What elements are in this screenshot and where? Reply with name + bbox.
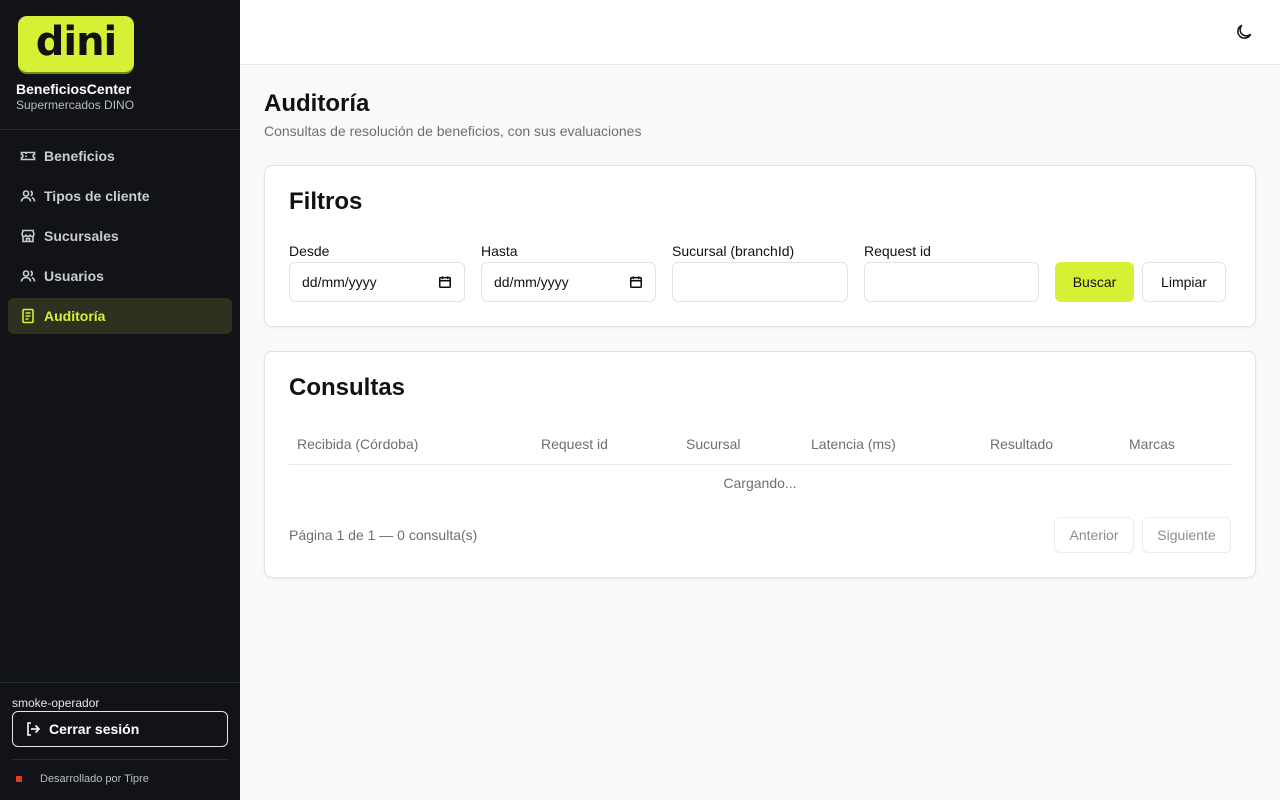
column-header-resultado: Resultado (990, 436, 1054, 452)
filters-card: Filtros Desde dd/mm/yyyy Hasta dd/mm/yyy… (264, 165, 1256, 327)
sidebar-nav: Beneficios Tipos de cliente Sucursales U… (8, 138, 232, 338)
hasta-date-value: dd/mm/yyyy (494, 274, 569, 290)
calendar-icon[interactable] (438, 275, 452, 289)
sidebar-item-usuarios[interactable]: Usuarios (8, 258, 232, 294)
filters-title: Filtros (289, 188, 363, 215)
sidebar: dini BeneficiosCenter Supermercados DINO… (0, 0, 240, 800)
hasta-date-input[interactable]: dd/mm/yyyy (481, 262, 656, 302)
sidebar-item-label: Usuarios (44, 268, 104, 284)
logout-icon (27, 722, 41, 736)
current-user: smoke-operador (12, 696, 100, 710)
column-header-sucursal: Sucursal (686, 436, 741, 452)
users-icon (20, 190, 36, 202)
logo-text: dini (35, 19, 118, 65)
top-bar (240, 0, 1280, 65)
calendar-icon[interactable] (629, 275, 643, 289)
brand-title: BeneficiosCenter (16, 81, 132, 97)
desde-date-value: dd/mm/yyyy (302, 274, 377, 290)
desde-label: Desde (289, 243, 330, 259)
sucursal-label: Sucursal (branchId) (672, 243, 795, 259)
page-subtitle: Consultas de resolución de beneficios, c… (264, 123, 642, 139)
column-header-recibida: Recibida (Córdoba) (297, 436, 419, 452)
brand-subtitle: Supermercados DINO (16, 98, 135, 112)
users-icon (20, 270, 36, 282)
sidebar-item-sucursales[interactable]: Sucursales (8, 218, 232, 254)
loading-message: Cargando... (723, 475, 797, 491)
logout-button[interactable]: Cerrar sesión (12, 711, 228, 747)
store-icon (21, 229, 35, 243)
sidebar-divider (0, 129, 240, 130)
request-id-input[interactable] (864, 262, 1039, 302)
results-title: Consultas (289, 374, 406, 401)
results-card: Consultas Recibida (Córdoba) Request id … (264, 351, 1256, 578)
sidebar-footer-divider (12, 759, 228, 760)
brand-logo[interactable]: dini (18, 16, 134, 72)
sidebar-item-label: Auditoría (44, 308, 106, 324)
moon-icon (1237, 24, 1252, 39)
sucursal-input[interactable] (672, 262, 848, 302)
previous-page-button[interactable]: Anterior (1054, 517, 1134, 553)
theme-toggle-button[interactable] (1232, 20, 1256, 44)
next-page-button[interactable]: Siguiente (1142, 517, 1231, 553)
clear-button[interactable]: Limpiar (1142, 262, 1226, 302)
document-icon (22, 308, 34, 324)
hasta-label: Hasta (481, 243, 518, 259)
sidebar-item-auditoria[interactable]: Auditoría (8, 298, 232, 334)
column-header-marcas: Marcas (1129, 436, 1175, 452)
tipre-logo-icon (16, 776, 22, 782)
desde-date-input[interactable]: dd/mm/yyyy (289, 262, 465, 302)
footer-text: Desarrollado por Tipre (40, 773, 149, 785)
ticket-icon (20, 151, 36, 161)
table-header-divider (289, 464, 1231, 465)
sidebar-bottom-divider (0, 682, 240, 683)
developer-credit: Desarrollado por Tipre (16, 773, 149, 785)
sidebar-item-label: Tipos de cliente (44, 188, 150, 204)
request-id-label: Request id (864, 243, 931, 259)
column-header-request-id: Request id (541, 436, 608, 452)
logout-label: Cerrar sesión (49, 721, 140, 737)
sidebar-item-label: Beneficios (44, 148, 115, 164)
search-button[interactable]: Buscar (1055, 262, 1134, 302)
sidebar-item-label: Sucursales (44, 228, 119, 244)
column-header-latencia: Latencia (ms) (811, 436, 896, 452)
sidebar-item-tipos-de-cliente[interactable]: Tipos de cliente (8, 178, 232, 214)
brand-block: BeneficiosCenter Supermercados DINO (16, 80, 134, 112)
sidebar-item-beneficios[interactable]: Beneficios (8, 138, 232, 174)
page-title: Auditoría (264, 90, 370, 117)
pagination-info: Página 1 de 1 — 0 consulta(s) (289, 527, 478, 543)
